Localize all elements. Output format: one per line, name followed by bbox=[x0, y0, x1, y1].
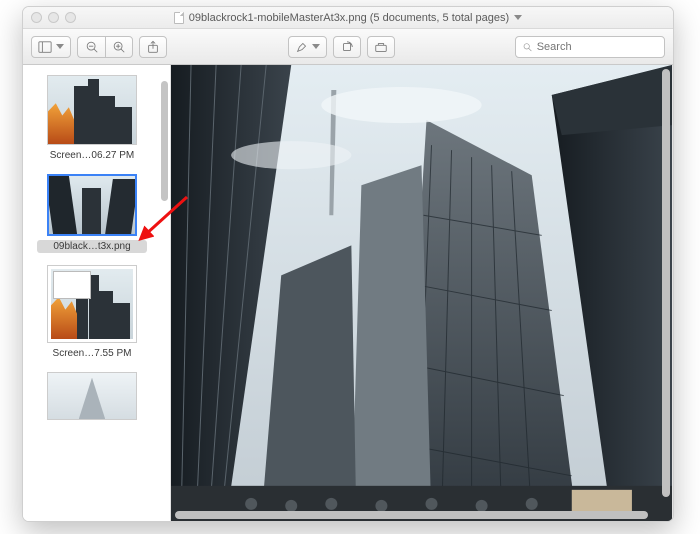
markup-segment bbox=[288, 36, 327, 58]
thumbnail-label: Screen…06.27 PM bbox=[37, 149, 147, 162]
search-icon bbox=[522, 41, 533, 53]
main-image bbox=[171, 65, 672, 521]
share-icon bbox=[146, 40, 160, 54]
close-window-button[interactable] bbox=[31, 12, 42, 23]
title-menu-chevron-icon[interactable] bbox=[514, 15, 522, 20]
minimize-window-button[interactable] bbox=[48, 12, 59, 23]
content-area: Screen…06.27 PM 09black…t3x.png bbox=[23, 65, 673, 521]
document-proxy-icon bbox=[174, 12, 184, 24]
view-mode-segment bbox=[31, 36, 71, 58]
zoom-window-button[interactable] bbox=[65, 12, 76, 23]
window-controls bbox=[31, 12, 76, 23]
city-thumbnail-graphic bbox=[51, 269, 133, 339]
thumbnail-label: 09black…t3x.png bbox=[37, 240, 147, 253]
zoom-out-button[interactable] bbox=[77, 36, 105, 58]
titlebar: 09blackrock1-mobileMasterAt3x.png (5 doc… bbox=[23, 7, 673, 29]
viewer-horizontal-scroll-thumb[interactable] bbox=[175, 511, 648, 519]
sidebar-view-button[interactable] bbox=[31, 36, 71, 58]
window-title: 09blackrock1-mobileMasterAt3x.png (5 doc… bbox=[189, 12, 509, 24]
thumbnail-item[interactable]: 09black…t3x.png bbox=[37, 174, 147, 253]
city-thumbnail-graphic bbox=[49, 176, 135, 234]
zoom-in-icon bbox=[112, 40, 126, 54]
toolbar bbox=[23, 29, 673, 65]
thumbnail-image[interactable] bbox=[47, 372, 137, 420]
sidebar-scrollbar[interactable] bbox=[161, 71, 168, 515]
viewer-vertical-scrollbar[interactable] bbox=[662, 69, 670, 497]
zoom-in-button[interactable] bbox=[105, 36, 133, 58]
highlight-icon bbox=[295, 40, 309, 54]
chevron-down-icon bbox=[56, 44, 64, 49]
zoom-segment bbox=[77, 36, 133, 58]
thumbnail-image[interactable] bbox=[47, 265, 137, 343]
viewer-vertical-scroll-thumb[interactable] bbox=[662, 69, 670, 497]
markup-toolbar-button[interactable] bbox=[367, 36, 395, 58]
city-thumbnail-graphic bbox=[48, 373, 136, 419]
rotate-button[interactable] bbox=[333, 36, 361, 58]
city-thumbnail-graphic bbox=[48, 76, 136, 144]
thumbnail-item[interactable]: Screen…06.27 PM bbox=[37, 75, 147, 162]
sidebar-view-icon bbox=[38, 40, 52, 54]
search-field[interactable] bbox=[515, 36, 665, 58]
sidebar-scroll-thumb[interactable] bbox=[161, 81, 168, 201]
thumbnail-item[interactable] bbox=[37, 372, 147, 426]
chevron-down-icon bbox=[312, 44, 320, 49]
toolbox-icon bbox=[374, 40, 388, 54]
title-text-group: 09blackrock1-mobileMasterAt3x.png (5 doc… bbox=[23, 12, 673, 24]
thumbnail-sidebar: Screen…06.27 PM 09black…t3x.png bbox=[23, 65, 171, 521]
share-button[interactable] bbox=[139, 36, 167, 58]
zoom-out-icon bbox=[85, 40, 99, 54]
rotate-icon bbox=[340, 40, 354, 54]
preview-window: 09blackrock1-mobileMasterAt3x.png (5 doc… bbox=[22, 6, 674, 522]
thumbnail-list: Screen…06.27 PM 09black…t3x.png bbox=[23, 65, 170, 448]
thumbnail-label: Screen…7.55 PM bbox=[37, 347, 147, 360]
search-input[interactable] bbox=[537, 41, 658, 53]
thumbnail-item[interactable]: Screen…7.55 PM bbox=[37, 265, 147, 360]
thumbnail-label bbox=[37, 424, 147, 426]
highlight-button[interactable] bbox=[288, 36, 327, 58]
viewer-horizontal-scrollbar[interactable] bbox=[175, 511, 648, 519]
image-viewer[interactable] bbox=[171, 65, 673, 521]
thumbnail-image[interactable] bbox=[47, 174, 137, 236]
thumbnail-image[interactable] bbox=[47, 75, 137, 145]
